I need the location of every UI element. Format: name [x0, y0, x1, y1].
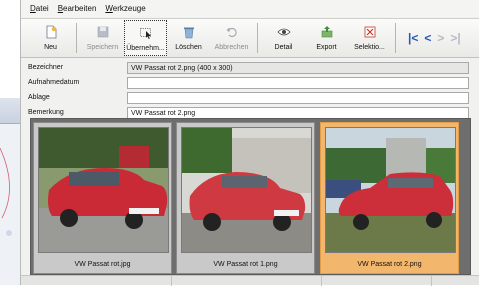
cancel-button[interactable]: Abbrechen	[210, 20, 253, 56]
menu-file[interactable]: Datei	[30, 4, 49, 13]
selection-button[interactable]: Selektio...	[348, 20, 391, 56]
shot-date-field[interactable]	[127, 76, 469, 89]
delete-button[interactable]: Löschen	[167, 20, 210, 56]
export-button-label: Export	[316, 44, 337, 51]
thumbnail-image	[181, 127, 312, 253]
export-button[interactable]: Export	[305, 20, 348, 56]
toolbar-separator	[395, 23, 396, 53]
new-button-label: Neu	[44, 44, 57, 51]
previous-record-icon[interactable]: <	[424, 32, 431, 44]
selection-button-label: Selektio...	[354, 44, 385, 51]
cursor-select-icon	[139, 28, 151, 39]
remark-label: Bemerkung	[28, 109, 64, 116]
app-window: Datei Bearbeiten Werkzeuge Neu Speichern	[20, 0, 479, 286]
gallery-item-caption: VW Passat rot.jpg	[74, 261, 131, 268]
designation-label: Bezeichner	[28, 64, 64, 71]
eye-icon	[276, 28, 291, 36]
record-navigation: |< < > >|	[408, 32, 461, 44]
take-over-button[interactable]: Übernehm...	[124, 20, 167, 56]
thumbnail-image	[325, 127, 456, 253]
detail-fields: Bezeichner VW Passat rot 2.png (400 x 30…	[21, 60, 479, 120]
new-button[interactable]: Neu	[29, 20, 72, 56]
field-row-shot-date: Aufnahmedatum	[21, 75, 479, 90]
detail-button-label: Detail	[274, 44, 293, 51]
save-button[interactable]: Speichern	[81, 20, 124, 56]
floppy-disk-icon	[97, 26, 108, 38]
recycle-bin-icon	[183, 27, 194, 39]
first-record-icon[interactable]: |<	[408, 32, 418, 44]
storage-label: Ablage	[28, 94, 50, 101]
gallery-item-caption: VW Passat rot 1.png	[213, 261, 278, 268]
menu-edit[interactable]: Bearbeiten	[58, 4, 97, 13]
field-row-designation: Bezeichner VW Passat rot 2.png (400 x 30…	[21, 60, 479, 75]
status-bar	[21, 275, 479, 286]
storage-field[interactable]	[127, 91, 469, 104]
next-record-icon[interactable]: >	[437, 32, 444, 44]
take-over-button-label: Übernehm...	[126, 45, 165, 52]
new-document-icon	[46, 25, 56, 39]
detail-button[interactable]: Detail	[262, 20, 305, 56]
designation-field[interactable]: VW Passat rot 2.png (400 x 300)	[127, 61, 469, 74]
gallery-item[interactable]: VW Passat rot 1.png	[176, 122, 315, 274]
menu-bar: Datei Bearbeiten Werkzeuge	[21, 0, 479, 17]
delete-button-label: Löschen	[175, 44, 202, 51]
toolbar: Neu Speichern Übernehm... Löschen Abbrec…	[21, 18, 479, 58]
image-gallery: VW Passat rot.jpg VW Passat rot 1.png VW…	[30, 118, 471, 275]
last-record-icon[interactable]: >|	[450, 32, 460, 44]
field-row-storage: Ablage	[21, 90, 479, 105]
export-icon	[321, 26, 332, 38]
toolbar-separator	[76, 23, 77, 53]
gallery-item-selected[interactable]: VW Passat rot 2.png	[320, 122, 459, 274]
filter-selection-icon	[364, 26, 375, 38]
gallery-item[interactable]: VW Passat rot.jpg	[33, 122, 172, 274]
save-button-label: Speichern	[86, 44, 119, 51]
undo-icon	[226, 27, 237, 38]
shot-date-label: Aufnahmedatum	[28, 79, 80, 86]
toolbar-separator	[257, 23, 258, 53]
menu-tools[interactable]: Werkzeuge	[105, 4, 145, 13]
thumbnail-image	[38, 127, 169, 253]
cancel-button-label: Abbrechen	[214, 44, 249, 51]
remark-field[interactable]: VW Passat rot 2.png	[127, 106, 469, 119]
gallery-item-caption: VW Passat rot 2.png	[357, 261, 422, 268]
